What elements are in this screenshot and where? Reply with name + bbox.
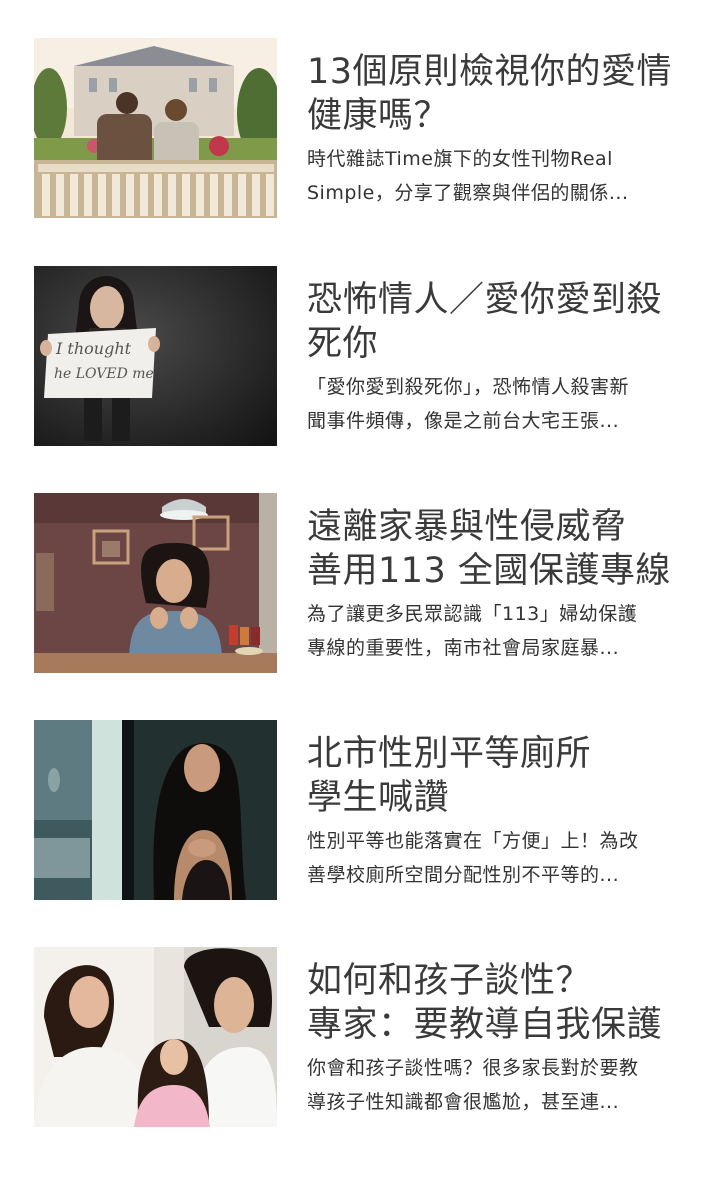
- article-thumbnail[interactable]: [34, 947, 277, 1127]
- desc-line-1: 為了讓更多民眾認識「113」婦幼保護: [307, 603, 638, 625]
- woman-in-doorway-icon: [34, 720, 277, 900]
- desc-line-1: 性別平等也能落實在「方便」上！為改: [307, 830, 639, 852]
- title-line-1: 如何和孩子談性？: [307, 961, 592, 1001]
- desc-line-2: 善學校廁所空間分配性別不平等的...: [307, 864, 620, 886]
- article-item[interactable]: I thought he LOVED me 恐怖情人／愛你愛到殺 死你 「愛你愛…: [0, 266, 719, 446]
- desc-line-1: 「愛你愛到殺死你」，恐怖情人殺害新: [307, 376, 630, 398]
- article-item[interactable]: 遠離家暴與性侵威脅 善用113 全國保護專線 為了讓更多民眾認識「113」婦幼保…: [0, 493, 719, 673]
- title-line-1: 北市性別平等廁所: [307, 734, 592, 774]
- article-description: 時代雜誌Time旗下的女性刊物Real Simple，分享了觀察與伴侶的關係..…: [307, 142, 702, 210]
- desc-line-2: Simple，分享了觀察與伴侶的關係...: [307, 182, 629, 204]
- family-with-child-icon: [34, 947, 277, 1127]
- article-description: 為了讓更多民眾認識「113」婦幼保護 專線的重要性，南市社會局家庭暴...: [307, 597, 702, 665]
- article-description: 性別平等也能落實在「方便」上！為改 善學校廁所空間分配性別不平等的...: [307, 824, 702, 892]
- article-title[interactable]: 遠離家暴與性侵威脅 善用113 全國保護專線: [307, 505, 702, 593]
- title-line-2: 學生喊讚: [307, 778, 450, 818]
- article-title[interactable]: 恐怖情人／愛你愛到殺 死你: [307, 278, 702, 366]
- sign-text-line-2: he LOVED me: [54, 366, 154, 382]
- article-description: 「愛你愛到殺死你」，恐怖情人殺害新 聞事件頻傳，像是之前台大宅王張...: [307, 370, 702, 438]
- article-item[interactable]: 13個原則檢視你的愛情 健康嗎？ 時代雜誌Time旗下的女性刊物Real Sim…: [0, 38, 719, 218]
- article-item[interactable]: 如何和孩子談性？ 專家：要教導自我保護 你會和孩子談性嗎？很多家長對於要教 導孩…: [0, 947, 719, 1127]
- article-title[interactable]: 北市性別平等廁所 學生喊讚: [307, 732, 702, 820]
- woman-holding-sign-icon: I thought he LOVED me: [34, 266, 277, 446]
- sign-text-line-1: I thought: [55, 339, 132, 358]
- article-description: 你會和孩子談性嗎？很多家長對於要教 導孩子性知識都會很尷尬，甚至連...: [307, 1051, 702, 1119]
- desc-line-1: 你會和孩子談性嗎？很多家長對於要教: [307, 1057, 639, 1079]
- article-title[interactable]: 13個原則檢視你的愛情 健康嗎？: [307, 50, 702, 138]
- desc-line-2: 導孩子性知識都會很尷尬，甚至連...: [307, 1091, 620, 1113]
- article-thumbnail[interactable]: [34, 38, 277, 218]
- desc-line-2: 聞事件頻傳，像是之前台大宅王張...: [307, 410, 620, 432]
- desc-line-2: 專線的重要性，南市社會局家庭暴...: [307, 637, 620, 659]
- woman-at-table-icon: [34, 493, 277, 673]
- title-line-2: 專家：要教導自我保護: [307, 1005, 663, 1045]
- couple-on-bench-icon: [34, 38, 277, 218]
- article-item[interactable]: 北市性別平等廁所 學生喊讚 性別平等也能落實在「方便」上！為改 善學校廁所空間分…: [0, 720, 719, 900]
- article-thumbnail[interactable]: I thought he LOVED me: [34, 266, 277, 446]
- title-line-1: 13個原則檢視你的愛情: [307, 52, 673, 92]
- title-line-1: 恐怖情人／愛你愛到殺: [307, 280, 663, 320]
- title-line-2: 善用113 全國保護專線: [307, 551, 671, 591]
- title-line-2: 死你: [307, 324, 379, 364]
- article-thumbnail[interactable]: [34, 720, 277, 900]
- title-line-1: 遠離家暴與性侵威脅: [307, 507, 627, 547]
- article-thumbnail[interactable]: [34, 493, 277, 673]
- desc-line-1: 時代雜誌Time旗下的女性刊物Real: [307, 148, 613, 170]
- article-title[interactable]: 如何和孩子談性？ 專家：要教導自我保護: [307, 959, 702, 1047]
- title-line-2: 健康嗎？: [307, 96, 450, 136]
